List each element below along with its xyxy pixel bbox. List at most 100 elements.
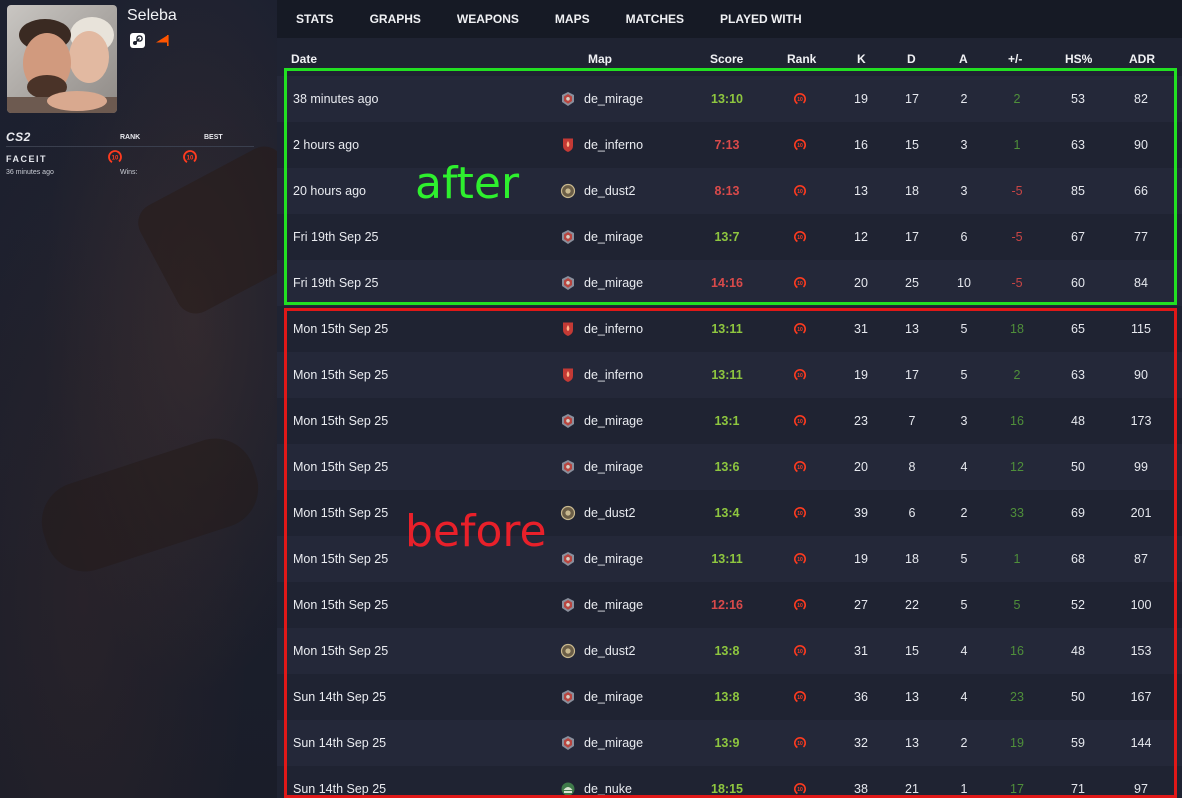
- table-row[interactable]: Mon 15th Sep 25 de_inferno 13:11 10 19 17 5 2 63…: [277, 352, 1182, 398]
- deaths: 18: [905, 184, 919, 198]
- cs2-logo: CS2: [6, 130, 31, 144]
- svg-text:10: 10: [797, 281, 803, 287]
- divider: [6, 146, 254, 147]
- headshot-percent: 50: [1071, 690, 1085, 704]
- col-map[interactable]: Map: [588, 52, 612, 66]
- plus-minus: 16: [1010, 414, 1024, 428]
- match-score: 13:11: [711, 368, 743, 382]
- de-mirage-map-icon: [562, 736, 574, 750]
- svg-text:10: 10: [797, 741, 803, 747]
- col-a[interactable]: A: [959, 52, 968, 66]
- kills: 20: [854, 276, 868, 290]
- plus-minus: 2: [1013, 92, 1021, 106]
- rank-panel: CS2 RANK BEST FACEIT 10 10 36 minutes ag…: [6, 130, 256, 176]
- deaths: 17: [905, 368, 919, 382]
- table-row[interactable]: 20 hours ago de_dust2 8:13 10 13 18 3 -5 85 66: [277, 168, 1182, 214]
- de-dust2-map-icon: [560, 505, 576, 521]
- match-date: Sun 14th Sep 25: [293, 782, 387, 796]
- steam-icon[interactable]: [130, 33, 145, 48]
- tab-graphs[interactable]: GRAPHS: [370, 12, 421, 26]
- match-rank: 10: [783, 628, 817, 674]
- svg-text:10: 10: [797, 603, 803, 609]
- col-hs[interactable]: HS%: [1065, 52, 1092, 66]
- adr: 90: [1134, 138, 1148, 152]
- kills: 12: [854, 230, 868, 244]
- profile-sidebar: Seleba CS2 RANK BEST FACEIT 10 10 36 min…: [0, 0, 329, 798]
- map-name: de_inferno: [584, 368, 644, 382]
- deaths: 21: [905, 782, 919, 796]
- tab-played-with[interactable]: PLAYED WITH: [720, 12, 802, 26]
- assists: 2: [960, 506, 968, 520]
- table-row[interactable]: Sun 14th Sep 25 de_nuke 18:15 10 38 21 1 17 71 97: [277, 766, 1182, 798]
- col-date[interactable]: Date: [291, 52, 317, 66]
- faceit-level-10-icon: 10: [794, 691, 806, 703]
- match-map: de_dust2: [560, 490, 635, 536]
- avatar[interactable]: [7, 5, 117, 113]
- match-rank: 10: [783, 766, 817, 798]
- match-date: Mon 15th Sep 25: [293, 414, 389, 428]
- table-row[interactable]: Sun 14th Sep 25 de_mirage 13:9 10 32 13 2 19 59 1…: [277, 720, 1182, 766]
- col-adr[interactable]: ADR: [1129, 52, 1155, 66]
- adr: 87: [1134, 552, 1148, 566]
- match-score: 13:7: [714, 230, 740, 244]
- table-row[interactable]: Mon 15th Sep 25 de_mirage 13:6 10 20 8 4 12 50 99: [277, 444, 1182, 490]
- match-map: de_nuke: [560, 766, 632, 798]
- deaths: 15: [905, 138, 919, 152]
- adr: 100: [1130, 598, 1152, 612]
- map-name: de_inferno: [584, 322, 644, 336]
- table-row[interactable]: Fri 19th Sep 25 de_mirage 14:16 10 20 25 10 -5 6…: [277, 260, 1182, 306]
- deaths: 15: [905, 644, 919, 658]
- tab-stats[interactable]: STATS: [296, 12, 334, 26]
- tab-weapons[interactable]: WEAPONS: [457, 12, 519, 26]
- table-row[interactable]: Mon 15th Sep 25 de_dust2 13:8 10 31 15 4 16 48 15…: [277, 628, 1182, 674]
- assists: 10: [957, 276, 971, 290]
- col-d[interactable]: D: [907, 52, 916, 66]
- map-name: de_nuke: [584, 782, 632, 796]
- de-inferno-map-icon: [563, 322, 573, 336]
- kills: 23: [854, 414, 868, 428]
- col-k[interactable]: K: [857, 52, 866, 66]
- match-map: de_mirage: [560, 674, 643, 720]
- tab-matches[interactable]: MATCHES: [626, 12, 684, 26]
- map-name: de_mirage: [584, 690, 644, 704]
- col-score[interactable]: Score: [710, 52, 743, 66]
- table-row[interactable]: Mon 15th Sep 25 de_inferno 13:11 10 31 13 5 18 6…: [277, 306, 1182, 352]
- deaths: 13: [905, 690, 919, 704]
- deaths: 7: [908, 414, 916, 428]
- map-name: de_mirage: [584, 736, 644, 750]
- match-score: 7:13: [714, 138, 740, 152]
- match-map: de_mirage: [560, 260, 643, 306]
- col-plus-minus[interactable]: +/-: [1008, 52, 1022, 66]
- headshot-percent: 59: [1071, 736, 1085, 750]
- faceit-level-10-icon: 10: [794, 93, 806, 105]
- headshot-percent: 60: [1071, 276, 1085, 290]
- match-date: 2 hours ago: [293, 138, 360, 152]
- table-row[interactable]: Fri 19th Sep 25 de_mirage 13:7 10 12 17 6 -5 67 7…: [277, 214, 1182, 260]
- kills: 31: [854, 322, 868, 336]
- headshot-percent: 85: [1071, 184, 1085, 198]
- match-rank: 10: [783, 582, 817, 628]
- plus-minus: 1: [1013, 552, 1021, 566]
- svg-text:10: 10: [797, 143, 803, 149]
- table-row[interactable]: 38 minutes ago de_mirage 13:10 10 19 17 2 2 53 82: [277, 76, 1182, 122]
- best-level-badge: 10: [182, 149, 256, 170]
- table-row[interactable]: Mon 15th Sep 25 de_mirage 12:16 10 27 22 5 5 52 1…: [277, 582, 1182, 628]
- assists: 4: [960, 690, 968, 704]
- svg-text:10: 10: [797, 787, 803, 793]
- match-score: 13:11: [711, 552, 743, 566]
- svg-text:10: 10: [112, 155, 119, 161]
- headshot-percent: 63: [1071, 368, 1085, 382]
- table-row[interactable]: Mon 15th Sep 25 de_mirage 13:1 10 23 7 3 16 48 17…: [277, 398, 1182, 444]
- platform-links: [130, 33, 169, 48]
- de-mirage-map-icon: [562, 460, 574, 474]
- faceit-icon[interactable]: [154, 33, 169, 48]
- table-row[interactable]: 2 hours ago de_inferno 7:13 10 16 15 3 1 63 90: [277, 122, 1182, 168]
- map-name: de_mirage: [584, 230, 644, 244]
- col-rank[interactable]: Rank: [787, 52, 816, 66]
- table-row[interactable]: Sun 14th Sep 25 de_mirage 13:8 10 36 13 4 23 50 1…: [277, 674, 1182, 720]
- match-date: Fri 19th Sep 25: [293, 230, 379, 244]
- tab-maps[interactable]: MAPS: [555, 12, 590, 26]
- headshot-percent: 50: [1071, 460, 1085, 474]
- kills: 31: [854, 644, 868, 658]
- match-score: 13:4: [714, 506, 740, 520]
